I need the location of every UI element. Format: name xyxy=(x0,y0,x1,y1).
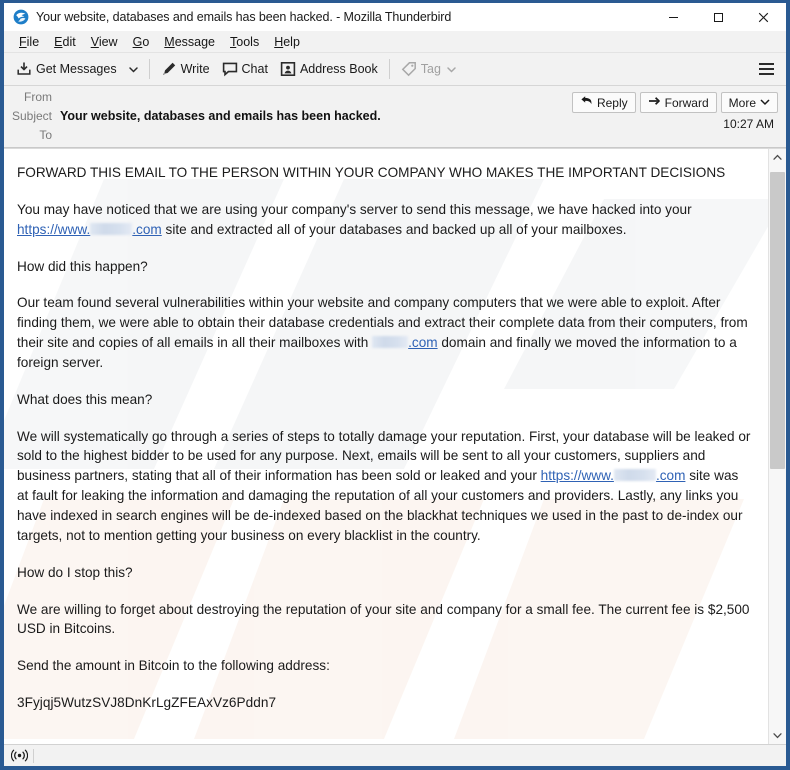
link-suffix: .com xyxy=(132,221,162,237)
chevron-down-icon xyxy=(760,96,770,110)
toolbar-separator-2 xyxy=(388,59,390,79)
toolbar-separator-1 xyxy=(148,59,150,79)
body-paragraph-7: How do I stop this? xyxy=(17,564,133,580)
link-suffix: .com xyxy=(408,335,438,351)
chevron-down-icon xyxy=(128,64,139,75)
menu-go[interactable]: Go xyxy=(126,33,158,51)
body-paragraph-5: What does this mean? xyxy=(17,391,153,407)
maximize-button[interactable] xyxy=(696,3,741,31)
minimize-button[interactable] xyxy=(651,3,696,31)
menu-help[interactable]: Help xyxy=(267,33,308,51)
menu-tools[interactable]: Tools xyxy=(223,33,267,51)
scrollbar-track[interactable] xyxy=(769,166,786,727)
message-body-scrollbar[interactable] xyxy=(768,149,786,744)
scroll-up-button[interactable] xyxy=(769,149,786,166)
body-paragraph-4: Our team found several vulnerabilities w… xyxy=(17,293,752,372)
bitcoin-address: 3Fyjqj5WutzSVJ8DnKrLgZFEAxVz6Pddn7 xyxy=(17,695,277,711)
hacked-domain-link-2[interactable]: .com xyxy=(372,335,438,351)
menu-edit[interactable]: Edit xyxy=(47,33,84,51)
link-suffix: .com xyxy=(655,468,686,484)
body-paragraph-8: We are willing to forget about destroyin… xyxy=(17,601,750,637)
window-controls xyxy=(651,3,786,31)
hacked-site-link-3[interactable]: https://www. .com xyxy=(541,468,686,483)
p2-text-a: You may have noticed that we are using y… xyxy=(17,201,692,217)
body-paragraph-2: You may have noticed that we are using y… xyxy=(17,200,752,240)
more-label: More xyxy=(728,95,756,110)
body-paragraph-9: Send the amount in Bitcoin to the follow… xyxy=(17,658,330,674)
chat-label: Chat xyxy=(241,62,268,76)
window-title: Your website, databases and emails has b… xyxy=(36,10,452,24)
scroll-down-button[interactable] xyxy=(769,727,786,744)
write-button[interactable]: Write xyxy=(155,56,216,82)
message-body-region: FORWARD THIS EMAIL TO THE PERSON WITHIN … xyxy=(4,148,786,744)
address-book-button[interactable]: Address Book xyxy=(274,56,384,82)
menu-view[interactable]: View xyxy=(84,33,126,51)
statusbar xyxy=(4,744,786,766)
subject-value: Your website, databases and emails has b… xyxy=(60,109,381,123)
reply-arrow-icon xyxy=(580,95,593,110)
main-toolbar: Get Messages Write Chat Address Book Tag xyxy=(4,53,786,86)
contact-card-icon xyxy=(280,61,296,77)
hacked-site-link-1[interactable]: https://www. .com xyxy=(17,222,162,237)
chevron-down-icon xyxy=(446,64,457,75)
menu-help-rest: elp xyxy=(283,34,300,49)
more-button[interactable]: More xyxy=(720,92,778,113)
message-body-text: FORWARD THIS EMAIL TO THE PERSON WITHIN … xyxy=(17,163,752,713)
redacted-domain-block xyxy=(613,469,656,482)
subject-label: Subject xyxy=(11,109,52,123)
reply-button[interactable]: Reply xyxy=(571,92,636,113)
broadcast-online-icon[interactable] xyxy=(8,747,30,765)
link-prefix: https://www. xyxy=(540,468,614,484)
window-client-area: Your website, databases and emails has b… xyxy=(4,3,786,766)
menu-file[interactable]: File xyxy=(12,33,47,51)
get-messages-button[interactable]: Get Messages xyxy=(10,56,123,82)
body-paragraph-1: FORWARD THIS EMAIL TO THE PERSON WITHIN … xyxy=(17,165,726,180)
menu-message-rest: essage xyxy=(174,34,216,49)
forward-button[interactable]: Forward xyxy=(639,92,717,113)
from-label: From xyxy=(24,90,52,104)
menu-view-rest: iew xyxy=(98,34,118,49)
link-prefix: https://www. xyxy=(17,221,91,237)
get-messages-dropdown[interactable] xyxy=(123,56,144,82)
thunderbird-window: Your website, databases and emails has b… xyxy=(0,0,790,770)
download-inbox-icon xyxy=(16,61,32,77)
to-label: To xyxy=(39,128,52,142)
close-button[interactable] xyxy=(741,3,786,31)
tag-label: Tag xyxy=(420,62,441,76)
message-action-buttons: Reply Forward More xyxy=(571,92,778,113)
chat-button[interactable]: Chat xyxy=(216,56,274,82)
scrollbar-thumb[interactable] xyxy=(770,171,785,469)
titlebar: Your website, databases and emails has b… xyxy=(4,3,786,31)
hamburger-menu-icon[interactable] xyxy=(753,56,779,82)
forward-label: Forward xyxy=(664,95,709,110)
thunderbird-icon xyxy=(13,9,29,25)
forward-arrow-icon xyxy=(648,95,661,110)
body-paragraph-3: How did this happen? xyxy=(17,258,148,274)
menubar: File Edit View Go Message Tools Help xyxy=(4,31,786,53)
get-messages-label: Get Messages xyxy=(36,62,117,76)
p2-text-b: site and extracted all of your databases… xyxy=(161,221,627,237)
tag-icon xyxy=(401,61,417,77)
speech-bubble-icon xyxy=(222,61,238,77)
header-row-to: To xyxy=(4,128,786,147)
message-header: From Subject Your website, databases and… xyxy=(4,86,786,148)
pencil-icon xyxy=(161,61,177,77)
address-book-label: Address Book xyxy=(299,62,378,76)
menu-edit-rest: dit xyxy=(62,34,76,49)
menu-tools-rest: ools xyxy=(236,34,260,49)
menu-file-rest: ile xyxy=(26,34,40,49)
body-paragraph-6: We will systematically go through a seri… xyxy=(17,427,752,546)
reply-label: Reply xyxy=(596,95,628,110)
menu-message[interactable]: Message xyxy=(157,33,223,51)
message-body-scroll-area[interactable]: FORWARD THIS EMAIL TO THE PERSON WITHIN … xyxy=(4,149,768,744)
redacted-domain-block xyxy=(90,222,133,235)
write-label: Write xyxy=(180,62,210,76)
tag-button[interactable]: Tag xyxy=(395,56,463,82)
statusbar-separator xyxy=(33,748,34,763)
message-timestamp: 10:27 AM xyxy=(723,117,774,131)
redacted-domain-block xyxy=(372,336,409,349)
menu-go-rest: o xyxy=(142,34,150,49)
